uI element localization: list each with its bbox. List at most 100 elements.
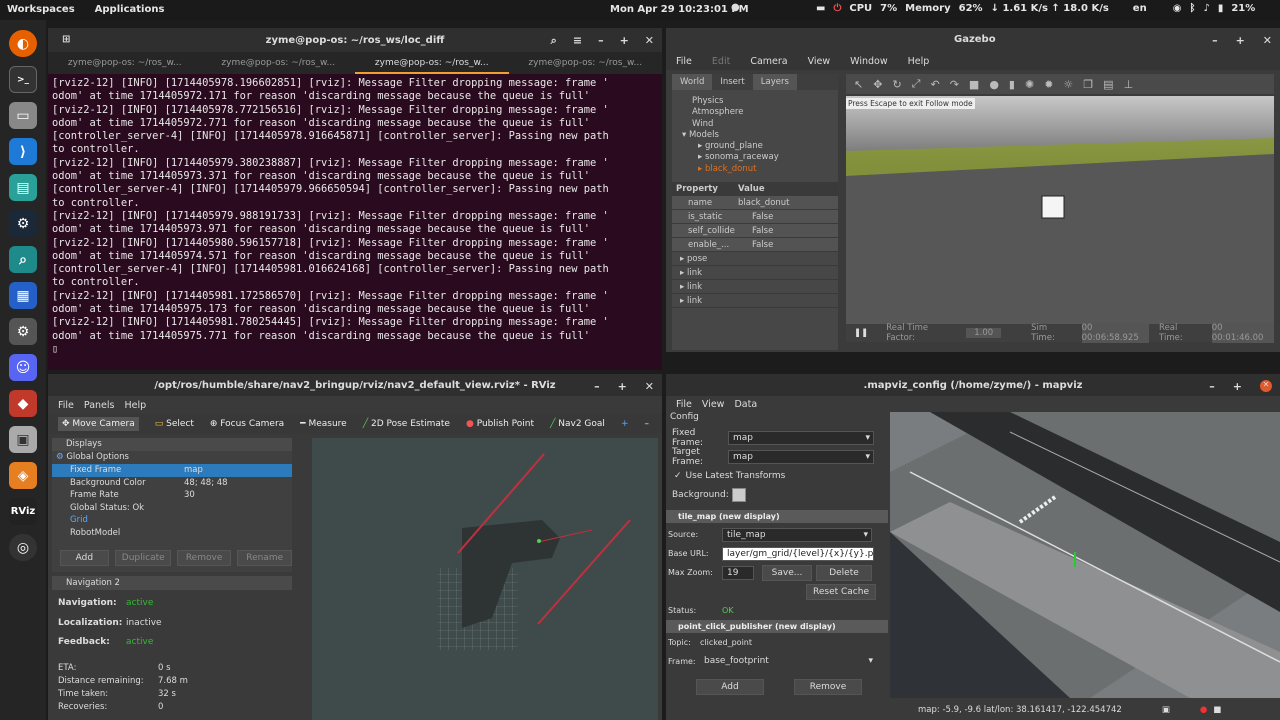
- pause-icon[interactable]: ❚❚: [854, 328, 868, 338]
- add-button[interactable]: Add: [60, 549, 109, 566]
- scale-icon[interactable]: ⤢: [912, 77, 921, 91]
- frame-select[interactable]: base_footprint ▾: [700, 654, 876, 669]
- applications-button[interactable]: Applications: [95, 4, 165, 15]
- terminal-output[interactable]: [rviz2-12] [INFO] [1714405978.196602851]…: [48, 74, 662, 359]
- mapviz-map-canvas[interactable]: [890, 412, 1280, 698]
- battery-icon[interactable]: ▮: [1218, 3, 1224, 14]
- clock[interactable]: Mon Apr 29 10:23:01 PM: [610, 4, 749, 15]
- maximize-icon[interactable]: +: [618, 380, 627, 393]
- tool-nav2-goal[interactable]: Nav2 Goal: [558, 419, 605, 429]
- property-row[interactable]: is_static False: [672, 210, 838, 224]
- property-row[interactable]: ▸ link: [672, 266, 838, 280]
- menu-view[interactable]: View: [702, 399, 725, 410]
- property-row[interactable]: ▸ pose: [672, 252, 838, 266]
- wifi-icon[interactable]: ◉: [1173, 3, 1182, 14]
- close-icon[interactable]: ✕: [645, 34, 654, 48]
- terminal-tab[interactable]: zyme@pop-os: ~/ros_w...: [202, 52, 356, 74]
- add-tool-icon[interactable]: +: [621, 419, 629, 429]
- cylinder-icon[interactable]: ▮: [1009, 78, 1015, 91]
- tree-item[interactable]: Atmosphere: [692, 107, 838, 118]
- rviz-icon[interactable]: RViz: [9, 498, 37, 525]
- firefox-icon[interactable]: ◐: [9, 30, 37, 57]
- app-icon[interactable]: ◆: [9, 390, 37, 417]
- global-options[interactable]: Global Options: [66, 452, 129, 462]
- target-frame-select[interactable]: map ▾: [728, 449, 874, 464]
- menu-window[interactable]: Window: [850, 56, 887, 67]
- tab-world[interactable]: World: [672, 74, 713, 90]
- copy-icon[interactable]: ❐: [1083, 78, 1093, 91]
- paste-icon[interactable]: ▤: [1103, 78, 1113, 91]
- steam-icon[interactable]: ⚙: [9, 210, 37, 237]
- expand-icon[interactable]: ▾: [682, 130, 689, 140]
- tool-2d-pose-estimate[interactable]: 2D Pose Estimate: [371, 419, 450, 429]
- files-icon[interactable]: ▭: [9, 102, 37, 129]
- stop-icon[interactable]: ■: [1213, 705, 1221, 715]
- use-latest-checkbox[interactable]: ✓: [674, 471, 682, 481]
- menu-file[interactable]: File: [676, 399, 692, 410]
- maximize-icon[interactable]: +: [1236, 34, 1245, 47]
- close-icon[interactable]: ✕: [1263, 34, 1272, 47]
- collapse-icon[interactable]: –: [644, 419, 649, 429]
- display-row[interactable]: RobotModel: [52, 527, 292, 540]
- maximize-icon[interactable]: +: [1233, 380, 1242, 393]
- box-icon[interactable]: ■: [969, 78, 979, 91]
- minimize-icon[interactable]: –: [1212, 34, 1218, 47]
- tile-map-header[interactable]: tile_map (new display): [666, 510, 888, 523]
- menu-file[interactable]: File: [676, 56, 692, 67]
- terminal-tab[interactable]: zyme@pop-os: ~/ros_w...: [48, 52, 202, 74]
- display-row[interactable]: Fixed Frame map: [52, 464, 292, 477]
- rotate-icon[interactable]: ↻: [892, 78, 901, 91]
- select-icon[interactable]: ↖: [854, 78, 863, 91]
- tool-measure[interactable]: Measure: [308, 419, 346, 429]
- screenshot-icon[interactable]: ▣: [1162, 705, 1170, 715]
- property-row[interactable]: self_collide False: [672, 224, 838, 238]
- align-icon[interactable]: ⊥: [1124, 78, 1134, 91]
- remove-button[interactable]: Remove: [794, 679, 862, 695]
- source-select[interactable]: tile_map ▾: [722, 527, 872, 542]
- tool-publish-point[interactable]: Publish Point: [477, 419, 534, 429]
- point-click-header[interactable]: point_click_publisher (new display): [666, 620, 888, 633]
- dirlight-icon[interactable]: ☼: [1063, 78, 1073, 91]
- minimize-icon[interactable]: –: [594, 380, 600, 393]
- discord-icon[interactable]: ☺: [9, 354, 37, 381]
- usb-icon[interactable]: ▣: [9, 426, 37, 453]
- fixed-frame-select[interactable]: map ▾: [728, 430, 874, 445]
- tree-item[interactable]: ground_plane: [705, 141, 763, 151]
- tree-item-selected[interactable]: black_donut: [705, 164, 757, 174]
- reset-cache-button[interactable]: Reset Cache: [806, 583, 876, 600]
- property-row[interactable]: ▸ link: [672, 280, 838, 294]
- tab-insert[interactable]: Insert: [712, 74, 752, 90]
- display-row[interactable]: Grid: [52, 514, 292, 527]
- close-icon[interactable]: ✕: [645, 380, 654, 393]
- close-icon[interactable]: ✕: [1260, 380, 1272, 392]
- property-row[interactable]: name black_donut: [672, 196, 838, 210]
- menu-help[interactable]: Help: [124, 400, 146, 411]
- remove-button[interactable]: Remove: [176, 549, 232, 566]
- tab-layers[interactable]: Layers: [752, 74, 797, 90]
- redo-icon[interactable]: ↷: [950, 78, 959, 91]
- background-color-swatch[interactable]: [732, 487, 746, 502]
- search-icon[interactable]: ⌕: [551, 34, 557, 48]
- save-button[interactable]: Save...: [762, 564, 812, 581]
- bluetooth-icon[interactable]: ᛒ: [1189, 3, 1195, 14]
- vscode-icon[interactable]: ⟩: [9, 138, 37, 165]
- search-icon[interactable]: ⌕: [9, 246, 37, 273]
- display-icon[interactable]: ▬: [816, 3, 825, 14]
- rviz-3d-view[interactable]: [312, 438, 658, 720]
- maximize-icon[interactable]: +: [620, 34, 629, 48]
- power-icon[interactable]: ⏻: [833, 3, 841, 14]
- tree-item[interactable]: Physics: [692, 96, 838, 107]
- settings-icon[interactable]: ⚙: [9, 318, 37, 345]
- delete-button[interactable]: Delete: [816, 564, 872, 581]
- minimize-icon[interactable]: –: [598, 34, 604, 48]
- sphere-icon[interactable]: ●: [989, 78, 999, 91]
- rename-button[interactable]: Rename: [237, 549, 292, 566]
- software-icon[interactable]: ▤: [9, 174, 37, 201]
- menu-panels[interactable]: Panels: [84, 400, 115, 411]
- menu-edit[interactable]: Edit: [712, 56, 730, 67]
- orange-icon[interactable]: ◈: [9, 462, 37, 489]
- menu-icon[interactable]: ≡: [573, 34, 582, 48]
- volume-icon[interactable]: ♪: [1203, 3, 1209, 14]
- black-donut-model[interactable]: [1041, 195, 1065, 219]
- terminal-tab-active[interactable]: zyme@pop-os: ~/ros_w...: [355, 52, 509, 74]
